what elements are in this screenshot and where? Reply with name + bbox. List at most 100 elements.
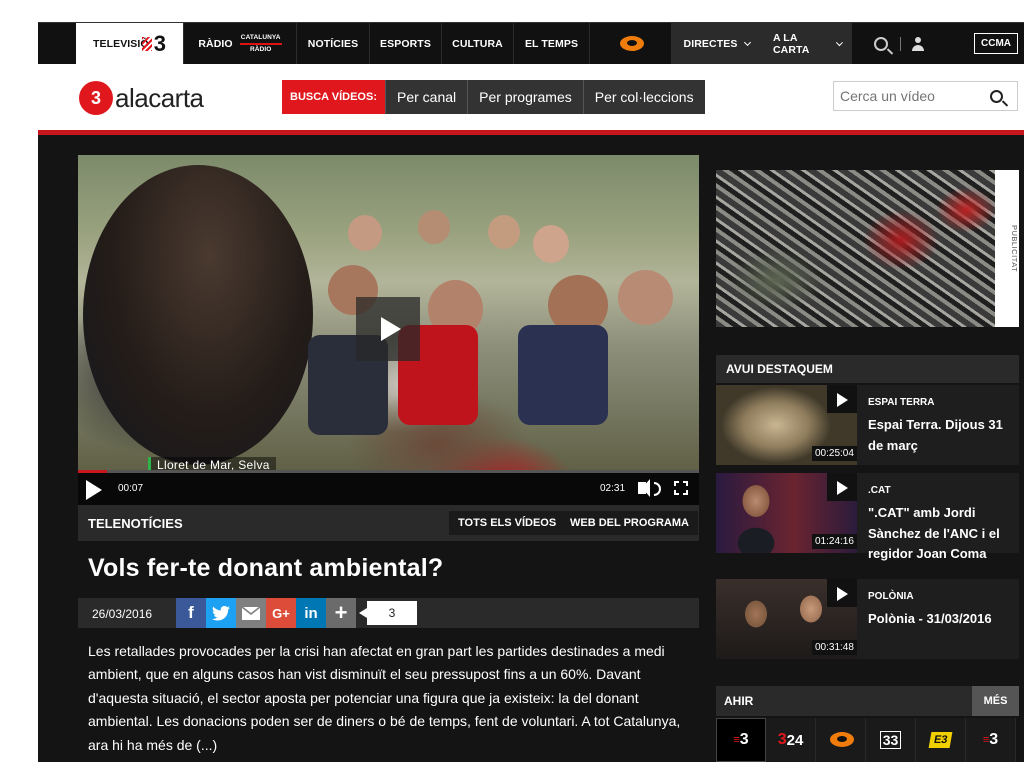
tab-cultura[interactable]: CULTURA: [441, 22, 513, 65]
channel-3cat-label: 3: [989, 731, 999, 748]
tab-esports[interactable]: ESPORTS: [369, 22, 441, 65]
video-thumbnail: 00:25:04: [716, 385, 857, 465]
video-search-options: BUSCA VÍDEOS: Per canal Per programes Pe…: [282, 80, 705, 114]
per-colleccions-button[interactable]: Per col·leccions: [582, 80, 705, 114]
twitter-icon[interactable]: [206, 598, 236, 628]
email-icon[interactable]: [236, 598, 266, 628]
video-duration: 02:31: [600, 483, 626, 494]
volume-icon[interactable]: [638, 479, 661, 497]
video-duration: 01:24:16: [812, 534, 857, 549]
tab-radio-label: RÀDIO: [198, 37, 233, 50]
busca-videos-label: BUSCA VÍDEOS:: [282, 80, 385, 114]
facebook-icon[interactable]: f: [176, 598, 206, 628]
user-button[interactable]: [901, 23, 935, 65]
channel-super3[interactable]: [816, 718, 866, 762]
directes-label: DIRECTES: [683, 37, 738, 50]
ccma-link[interactable]: CCMA: [974, 33, 1018, 54]
featured-item[interactable]: 01:24:16 .CAT ".CAT" amb Jordi Sànchez d…: [716, 473, 1019, 561]
catalunya-radio-logo: CATALUNYA RÀDIO: [239, 33, 282, 54]
brand-circle: 3: [79, 81, 113, 115]
video-current-time: 00:07: [118, 483, 144, 494]
video-controls: 00:07 02:31: [78, 473, 699, 505]
mes-button[interactable]: MÉS: [972, 686, 1019, 716]
top-navigation: TELEVISIÓ 3 RÀDIO CATALUNYA RÀDIO NOTÍCI…: [38, 22, 1024, 65]
featured-heading: AVUI DESTAQUEM: [716, 355, 1019, 383]
play-icon[interactable]: [86, 480, 102, 500]
featured-title: Polònia - 31/03/2016: [868, 611, 992, 626]
radio-logo-top: CATALUNYA: [240, 33, 281, 41]
video-search-input[interactable]: [834, 88, 984, 104]
directes-dropdown[interactable]: DIRECTES: [671, 22, 762, 65]
chevron-down-icon: [836, 38, 844, 46]
video-figure: [418, 210, 450, 244]
tab-radio[interactable]: RÀDIO CATALUNYA RÀDIO: [183, 22, 296, 65]
fullscreen-corner: [674, 481, 679, 486]
featured-item[interactable]: 00:31:48 POLÒNIA Polònia - 31/03/2016: [716, 579, 1019, 659]
video-title: Vols fer-te donant ambiental?: [88, 554, 444, 582]
big-play-button[interactable]: [356, 297, 420, 361]
video-figure: [518, 325, 608, 425]
channel-esport3-label: E3: [928, 732, 953, 748]
video-search-box: [833, 81, 1018, 111]
tab-el-temps[interactable]: EL TEMPS: [513, 22, 589, 65]
channel-324[interactable]: 3 24: [766, 718, 816, 762]
video-figure: [488, 215, 520, 249]
featured-category: POLÒNIA: [868, 591, 914, 602]
ahir-heading: AHIR: [724, 694, 754, 708]
featured-category: .CAT: [868, 485, 891, 496]
channel-esport3[interactable]: E3: [916, 718, 966, 762]
alacarta-logo[interactable]: 3 alacarta: [79, 81, 204, 115]
tab-super3[interactable]: [589, 22, 671, 65]
channel-tv3[interactable]: ≡ 3: [716, 718, 766, 762]
user-icon: [911, 36, 925, 51]
video-figure: [533, 225, 569, 263]
play-icon: [827, 385, 857, 413]
video-figure: [83, 165, 313, 465]
google-plus-icon[interactable]: G+: [266, 598, 296, 628]
tv3-logo: 3: [141, 30, 167, 56]
search-button[interactable]: [862, 23, 900, 65]
tab-noticies[interactable]: NOTÍCIES: [296, 22, 369, 65]
a-la-carta-label: A LA CARTA: [773, 31, 810, 56]
per-programes-button[interactable]: Per programes: [467, 80, 583, 114]
fullscreen-corner: [683, 490, 688, 495]
video-thumbnail: 00:31:48: [716, 579, 857, 659]
featured-title: Espai Terra. Dijous 31 de març: [868, 417, 1003, 453]
channel-324-label: 24: [786, 731, 804, 749]
video-duration: 00:25:04: [812, 446, 857, 461]
super3-logo-icon: [826, 730, 856, 750]
twitter-glyph: [212, 605, 230, 621]
email-glyph: [242, 606, 260, 620]
radio-logo-bottom: RÀDIO: [249, 45, 272, 53]
video-description: Les retallades provocades per la crisi h…: [88, 643, 681, 753]
channel-33-label: 33: [879, 731, 902, 749]
tab-televisio[interactable]: TELEVISIÓ 3: [76, 22, 183, 65]
chevron-down-icon: [744, 38, 752, 46]
featured-category: ESPAI TERRA: [868, 397, 935, 408]
program-name[interactable]: TELENOTÍCIES: [88, 516, 183, 531]
linkedin-icon[interactable]: in: [296, 598, 326, 628]
search-icon: [874, 36, 888, 51]
advertisement-image[interactable]: [716, 170, 995, 327]
fullscreen-corner: [674, 490, 679, 495]
channel-list: ≡ 3 3 24 33 E3 ≡ 3: [716, 718, 1019, 762]
featured-item[interactable]: 00:25:04 ESPAI TERRA Espai Terra. Dijous…: [716, 385, 1019, 465]
ahir-section: AHIR MÉS: [716, 686, 1019, 716]
sub-header: 3 alacarta BUSCA VÍDEOS: Per canal Per p…: [38, 64, 1024, 130]
radio-logo-bar: [239, 42, 282, 45]
more-icon[interactable]: +: [326, 598, 356, 628]
search-icon[interactable]: [990, 89, 1003, 103]
video-duration: 00:31:48: [812, 640, 857, 655]
fullscreen-icon[interactable]: [674, 481, 688, 495]
video-figure: [618, 270, 673, 325]
all-videos-button[interactable]: TOTS ELS VÍDEOS: [449, 511, 566, 535]
video-figure: [348, 215, 382, 251]
channel-324-mark: 3: [777, 731, 787, 748]
video-player[interactable]: Lloret de Mar, Selva 00:07 02:31: [78, 155, 699, 505]
program-web-button[interactable]: WEB DEL PROGRAMA: [561, 511, 698, 535]
a-la-carta-dropdown[interactable]: A LA CARTA: [762, 22, 852, 65]
per-canal-button[interactable]: Per canal: [385, 80, 468, 114]
channel-3cat[interactable]: ≡ 3: [966, 718, 1016, 762]
publicitat-label: PUBLICITAT: [995, 170, 1019, 327]
channel-33[interactable]: 33: [866, 718, 916, 762]
